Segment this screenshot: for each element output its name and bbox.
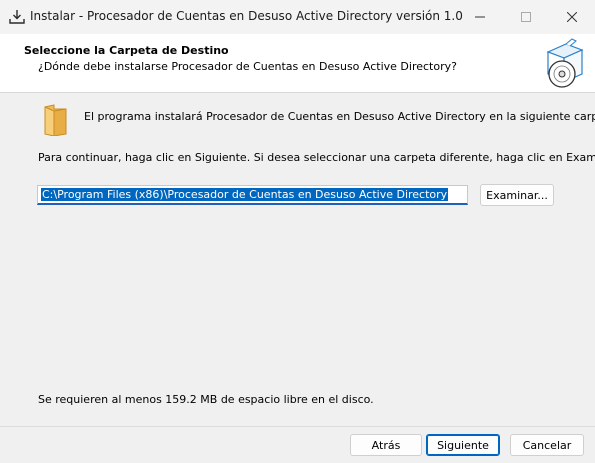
wizard-header: Seleccione la Carpeta de Destino ¿Dónde …	[0, 34, 595, 93]
folder-icon	[44, 104, 67, 136]
wizard-content: El programa instalará Procesador de Cuen…	[0, 93, 595, 426]
page-subtitle: ¿Dónde debe instalarse Procesador de Cue…	[38, 60, 457, 73]
minimize-icon	[475, 16, 485, 18]
disk-space-message: Se requieren al menos 159.2 MB de espaci…	[38, 393, 374, 406]
cancel-button[interactable]: Cancelar	[510, 434, 584, 456]
install-location-message: El programa instalará Procesador de Cuen…	[84, 110, 595, 123]
close-button[interactable]	[549, 0, 595, 34]
maximize-button[interactable]	[503, 0, 549, 34]
window-title: Instalar - Procesador de Cuentas en Desu…	[30, 9, 463, 23]
installer-app-icon	[9, 10, 25, 24]
page-title: Seleccione la Carpeta de Destino	[24, 44, 229, 57]
back-button[interactable]: Atrás	[350, 434, 422, 456]
destination-path-value: C:\Program Files (x86)\Procesador de Cue…	[41, 188, 449, 201]
installer-box-cd-icon	[546, 38, 584, 88]
title-bar: Instalar - Procesador de Cuentas en Desu…	[0, 0, 595, 34]
close-icon	[567, 12, 577, 22]
destination-path-input[interactable]: C:\Program Files (x86)\Procesador de Cue…	[37, 185, 468, 205]
continue-instructions: Para continuar, haga clic en Siguiente. …	[38, 151, 595, 164]
next-button[interactable]: Siguiente	[426, 434, 500, 456]
maximize-icon	[521, 12, 531, 22]
wizard-footer: Atrás Siguiente Cancelar	[0, 426, 595, 463]
browse-button[interactable]: Examinar...	[480, 184, 554, 206]
minimize-button[interactable]	[457, 0, 503, 34]
